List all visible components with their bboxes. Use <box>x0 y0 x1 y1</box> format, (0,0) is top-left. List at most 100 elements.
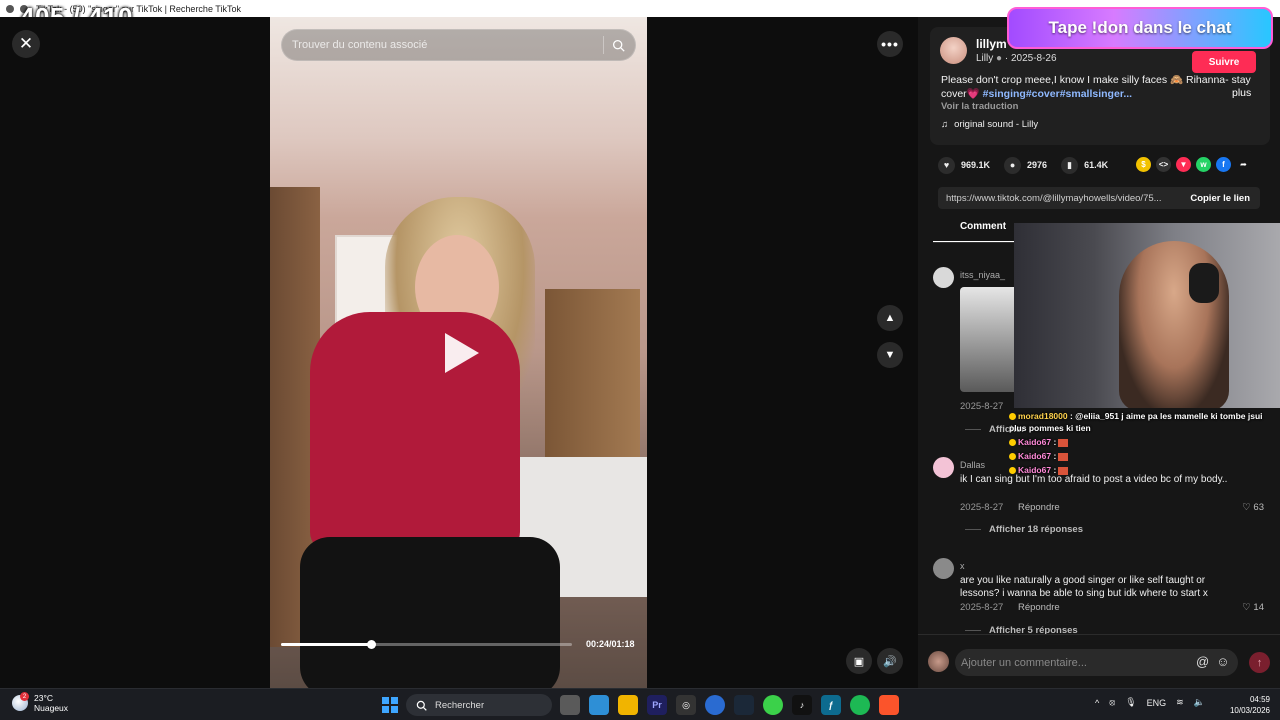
copy-link-button[interactable]: Copier le lien <box>1180 193 1260 204</box>
clock-date: 10/03/2026 <box>1229 706 1270 715</box>
video-url[interactable]: https://www.tiktok.com/@lillymayhowells/… <box>946 193 1180 204</box>
share-options: $ <> ▼ w f ➦ <box>1136 157 1251 172</box>
chat-emote-icon <box>1058 452 1069 461</box>
chat-emote-icon <box>1058 438 1069 447</box>
comment-username[interactable]: x <box>960 561 965 571</box>
picture-in-picture-button[interactable]: ▣ <box>846 648 872 674</box>
weather-badge: 2 <box>20 692 29 701</box>
view-replies-button[interactable]: Afficher 18 réponses <box>965 524 1083 535</box>
screen: TikTok - (50) "singer" sur TikTok | Rech… <box>0 0 1280 720</box>
comment-avatar[interactable] <box>933 267 954 288</box>
network-off-icon[interactable]: ⦻ <box>1109 697 1115 708</box>
xbox-icon[interactable] <box>763 695 783 715</box>
post-date: 2025-8-26 <box>1010 53 1057 64</box>
post-sound[interactable]: ♫ original sound - Lilly <box>941 119 1038 130</box>
task-view-icon[interactable] <box>560 695 580 715</box>
translate-link[interactable]: Voir la traduction <box>941 101 1018 112</box>
weather-widget[interactable]: 2 23°C Nuageux <box>12 692 68 713</box>
save-button[interactable]: ▮ <box>1061 156 1079 174</box>
whatsapp-icon[interactable]: w <box>1196 157 1211 172</box>
steam-icon[interactable] <box>734 695 754 715</box>
video-area: ✕ 00:24/01:18 ••• ▲ ▼ ▣ 🔊 <box>0 17 918 688</box>
chat-badge-icon <box>1009 467 1016 475</box>
creator-display-name[interactable]: Lilly <box>976 53 993 64</box>
comment-icon: ● <box>1009 160 1016 170</box>
previous-video-button[interactable]: ▲ <box>877 305 903 331</box>
editor-icon[interactable]: ƒ <box>821 695 841 715</box>
coin-icon[interactable]: $ <box>1136 157 1151 172</box>
chevron-up-icon[interactable]: ^ <box>1095 698 1099 708</box>
chat-text: : <box>1051 451 1057 461</box>
related-search-input[interactable] <box>292 39 595 51</box>
comment-like-count: 14 <box>1253 602 1264 613</box>
taskbar-apps: Pr ◎ ♪ ƒ <box>560 695 899 715</box>
emoji-icon[interactable]: ☺ <box>1216 654 1229 669</box>
obs-icon[interactable]: ◎ <box>676 695 696 715</box>
taskbar-search[interactable]: Rechercher <box>406 694 552 716</box>
post-hashtags[interactable]: #singing#cover#smallsinger... <box>983 88 1132 100</box>
chevron-up-icon: ▲ <box>884 312 896 324</box>
start-button[interactable] <box>382 697 398 713</box>
comment-image[interactable] <box>960 287 1020 392</box>
more-options-button[interactable]: ••• <box>877 31 903 57</box>
weather-text: 23°C Nuageux <box>34 693 68 713</box>
chrome-icon[interactable] <box>705 695 725 715</box>
creator-avatar[interactable] <box>940 37 967 64</box>
chat-badge-icon <box>1009 439 1016 447</box>
chat-message: Kaido67 : <box>1009 450 1279 462</box>
search-icon[interactable] <box>612 39 625 52</box>
comment-button[interactable]: ● <box>1004 156 1022 174</box>
current-user-avatar <box>928 651 949 672</box>
microphone-icon[interactable]: 🎙 <box>1125 697 1136 708</box>
taskbar: 2 23°C Nuageux Rechercher Pr ◎ ♪ ƒ ^ ⦻ 🎙… <box>0 688 1280 720</box>
like-button[interactable]: ♥ <box>938 156 955 174</box>
description-more-link[interactable]: plus <box>1232 87 1251 99</box>
comment-meta: 2025-8-27 <box>960 401 1003 412</box>
reply-button[interactable]: Répondre <box>1018 502 1060 513</box>
creator-subline: Lilly ● · 2025-8-26 <box>976 53 1057 64</box>
tiktok-icon[interactable]: ♪ <box>792 695 812 715</box>
speaker-icon[interactable]: 🔈 <box>1194 697 1205 708</box>
comment-like[interactable]: ♡ 14 <box>1242 602 1264 613</box>
brave-icon[interactable] <box>879 695 899 715</box>
follow-button[interactable]: Suivre <box>1192 51 1256 73</box>
wifi-icon[interactable]: ≋ <box>1176 697 1184 708</box>
chat-username: morad18000 <box>1018 411 1068 421</box>
chat-username: Kaido67 <box>1018 437 1052 447</box>
chat-badge-icon <box>1009 413 1016 421</box>
comment-username[interactable]: Dallas <box>960 460 985 470</box>
reply-button[interactable]: Répondre <box>1018 602 1060 613</box>
volume-button[interactable]: 🔊 <box>877 648 903 674</box>
share-arrow-icon[interactable]: ➦ <box>1236 157 1251 172</box>
language-indicator[interactable]: ENG <box>1147 698 1167 708</box>
video-player[interactable] <box>270 17 647 688</box>
embed-icon[interactable]: <> <box>1156 157 1171 172</box>
weather-condition: Nuageux <box>34 703 69 713</box>
comment-avatar[interactable] <box>933 558 954 579</box>
spotify-icon[interactable] <box>850 695 870 715</box>
facebook-icon[interactable]: f <box>1216 157 1231 172</box>
comment-like[interactable]: ♡ 63 <box>1242 502 1264 513</box>
comment-count: 2976 <box>1027 160 1048 170</box>
clock-time: 04:59 <box>1249 695 1270 704</box>
back-icon[interactable] <box>6 4 14 13</box>
webcam-overlay <box>1014 223 1280 408</box>
taskbar-search-label: Rechercher <box>435 699 485 711</box>
file-explorer-icon[interactable] <box>618 695 638 715</box>
comment-username[interactable]: itss_niyaa_ <box>960 270 1005 280</box>
comment-avatar[interactable] <box>933 457 954 478</box>
search-divider <box>603 36 604 54</box>
premiere-icon[interactable]: Pr <box>647 695 667 715</box>
stream-banner: Tape !don dans le chat <box>1007 7 1273 49</box>
video-progress-bar[interactable] <box>281 640 572 649</box>
heart-icon: ♥ <box>943 160 950 170</box>
widgets-icon[interactable] <box>589 695 609 715</box>
mention-icon[interactable]: @ <box>1196 654 1209 669</box>
system-clock[interactable]: 04:59 10/03/2026 <box>1220 694 1270 716</box>
send-icon[interactable]: ▼ <box>1176 157 1191 172</box>
chat-emote-icon <box>1058 466 1069 475</box>
next-video-button[interactable]: ▼ <box>877 342 903 368</box>
close-button[interactable]: ✕ <box>12 30 40 58</box>
post-comment-button[interactable]: ↑ <box>1249 652 1270 673</box>
play-icon[interactable] <box>445 333 479 373</box>
